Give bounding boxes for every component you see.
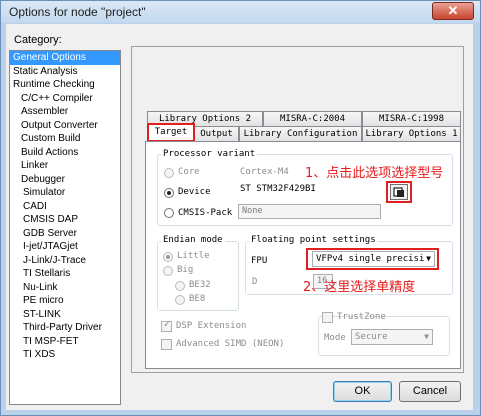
be8-radio[interactable] <box>175 295 185 305</box>
floating-point-title: Floating point settings <box>249 235 378 245</box>
core-value: Cortex-M4 <box>240 167 289 177</box>
big-endian-label: Big <box>177 265 194 275</box>
advanced-simd-checkbox[interactable] <box>161 339 172 350</box>
category-item[interactable]: CADI <box>10 200 120 214</box>
category-item[interactable]: GDB Server <box>10 227 120 241</box>
little-endian-label: Little <box>177 251 210 261</box>
fpu-label: FPU <box>251 256 268 266</box>
advanced-simd-label: Advanced SIMD (NEON) <box>176 339 285 349</box>
target-tab-highlight <box>147 123 195 142</box>
processor-variant-title: Processor variant <box>161 149 258 159</box>
chevron-down-icon: ▼ <box>424 332 429 341</box>
trustzone-checkbox[interactable] <box>322 312 333 323</box>
category-item[interactable]: CMSIS DAP <box>10 213 120 227</box>
tab-library-options-1[interactable]: Library Options 1 <box>362 126 461 142</box>
device-button-highlight <box>386 181 412 203</box>
category-item[interactable]: Simulator <box>10 186 120 200</box>
category-item[interactable]: I-jet/JTAGjet <box>10 240 120 254</box>
category-item[interactable]: ST-LINK <box>10 308 120 322</box>
be8-label: BE8 <box>189 294 206 304</box>
trustzone-mode-value: Secure <box>355 332 388 342</box>
category-item[interactable]: Runtime Checking <box>10 78 120 92</box>
category-item[interactable]: J-Link/J-Trace <box>10 254 120 268</box>
category-item[interactable]: Custom Build <box>10 132 120 146</box>
category-item[interactable]: TI XDS <box>10 348 120 362</box>
little-endian-radio[interactable] <box>163 252 173 262</box>
endian-mode-title: Endian mode <box>161 235 225 245</box>
category-item[interactable]: Debugger <box>10 173 120 187</box>
dsp-extension-checkbox[interactable] <box>161 319 172 332</box>
core-label: Core <box>178 167 200 177</box>
annotation-single-precision: 2、这里选择单精度 <box>303 280 416 295</box>
cmsis-pack-field[interactable]: None <box>238 204 381 219</box>
category-item[interactable]: Nu-Link <box>10 281 120 295</box>
tab-misra-c-2004[interactable]: MISRA-C:2004 <box>263 111 362 127</box>
device-value: ST STM32F429BI <box>240 184 316 194</box>
device-label: Device <box>178 187 211 197</box>
category-list[interactable]: General Options Static Analysis Runtime Ch… <box>9 50 121 405</box>
trustzone-mode-select[interactable]: Secure ▼ <box>351 329 433 345</box>
window-title: Options for node "project" <box>9 5 146 19</box>
cmsis-pack-label: CMSIS-Pack <box>178 208 233 218</box>
device-radio[interactable] <box>164 188 174 198</box>
category-item[interactable]: Output Converter <box>10 119 120 133</box>
category-item[interactable]: Assembler <box>10 105 120 119</box>
category-item[interactable]: C/C++ Compiler <box>10 92 120 106</box>
category-item[interactable]: Static Analysis <box>10 65 120 79</box>
annotation-select-device: 1、点击此选项选择型号 <box>305 166 444 181</box>
category-item[interactable]: Third-Party Driver <box>10 321 120 335</box>
category-item[interactable]: Linker <box>10 159 120 173</box>
tab-library-configuration[interactable]: Library Configuration <box>239 126 362 142</box>
cmsis-pack-radio[interactable] <box>164 208 174 218</box>
d-registers-label: D <box>252 277 258 287</box>
title-bar: Options for node "project" ✕ <box>1 1 480 23</box>
tab-misra-c-1998[interactable]: MISRA-C:1998 <box>362 111 461 127</box>
dsp-extension-label: DSP Extension <box>176 321 247 331</box>
category-item[interactable]: Build Actions <box>10 146 120 160</box>
be32-radio[interactable] <box>175 281 185 291</box>
core-radio[interactable] <box>164 168 174 178</box>
trustzone-label: TrustZone <box>337 312 386 322</box>
category-item[interactable]: TI MSP-FET <box>10 335 120 349</box>
cancel-button[interactable]: Cancel <box>399 381 461 402</box>
close-button[interactable]: ✕ <box>432 2 474 20</box>
trustzone-mode-label: Mode <box>324 333 346 343</box>
category-item[interactable]: General Options <box>10 51 120 65</box>
category-item[interactable]: TI Stellaris <box>10 267 120 281</box>
be32-label: BE32 <box>189 280 211 290</box>
tab-output[interactable]: Output <box>194 126 239 142</box>
big-endian-radio[interactable] <box>163 266 173 276</box>
fpu-highlight <box>306 248 439 270</box>
category-item[interactable]: PE micro <box>10 294 120 308</box>
category-label: Category: <box>14 34 62 46</box>
ok-button[interactable]: OK <box>333 381 392 402</box>
